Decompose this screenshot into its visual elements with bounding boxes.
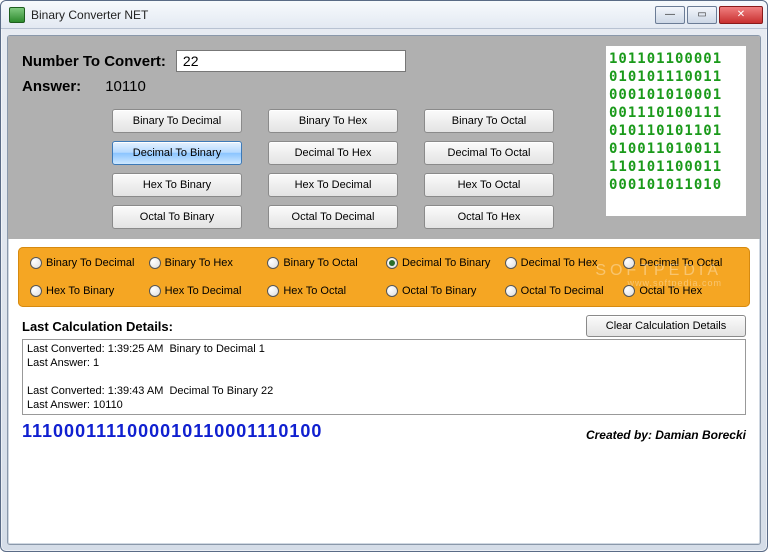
radio-octal-to-binary[interactable]: Octal To Binary <box>386 285 501 297</box>
maximize-button[interactable]: ▭ <box>687 6 717 24</box>
radio-grid: Binary To Decimal Binary To Hex Binary T… <box>30 257 738 297</box>
details-log[interactable]: Last Converted: 1:39:25 AM Binary to Dec… <box>22 339 746 415</box>
window-title: Binary Converter NET <box>31 8 653 22</box>
btn-hex-to-binary[interactable]: Hex To Binary <box>112 173 242 197</box>
btn-decimal-to-octal[interactable]: Decimal To Octal <box>424 141 554 165</box>
btn-octal-to-decimal[interactable]: Octal To Decimal <box>268 205 398 229</box>
minimize-button[interactable]: — <box>655 6 685 24</box>
btn-octal-to-binary[interactable]: Octal To Binary <box>112 205 242 229</box>
number-label: Number To Convert: <box>22 53 166 70</box>
conversion-controls: Number To Convert: Answer: 10110 Binary … <box>22 50 596 229</box>
credit-text: Created by: Damian Borecki <box>586 428 746 442</box>
radio-icon <box>30 257 42 269</box>
radio-icon <box>30 285 42 297</box>
footer-binary-string: 1110001111000010110001110100 <box>22 421 576 442</box>
footer: 1110001111000010110001110100 Created by:… <box>8 417 760 450</box>
radio-icon <box>386 257 398 269</box>
number-input[interactable] <box>176 50 406 72</box>
radio-panel: Binary To Decimal Binary To Hex Binary T… <box>18 247 750 307</box>
conversion-panel: Number To Convert: Answer: 10110 Binary … <box>8 36 760 239</box>
radio-decimal-to-octal[interactable]: Decimal To Octal <box>623 257 738 269</box>
btn-binary-to-octal[interactable]: Binary To Octal <box>424 109 554 133</box>
details-header-row: Last Calculation Details: Clear Calculat… <box>8 313 760 339</box>
close-button[interactable]: ✕ <box>719 6 763 24</box>
btn-decimal-to-hex[interactable]: Decimal To Hex <box>268 141 398 165</box>
radio-binary-to-hex[interactable]: Binary To Hex <box>149 257 264 269</box>
btn-octal-to-hex[interactable]: Octal To Hex <box>424 205 554 229</box>
radio-hex-to-binary[interactable]: Hex To Binary <box>30 285 145 297</box>
app-window: Binary Converter NET — ▭ ✕ Number To Con… <box>0 0 768 552</box>
binary-art-panel: 101101100001 010101110011 000101010001 0… <box>606 46 746 216</box>
radio-decimal-to-binary[interactable]: Decimal To Binary <box>386 257 501 269</box>
answer-label: Answer: <box>22 78 81 95</box>
clear-details-button[interactable]: Clear Calculation Details <box>586 315 746 337</box>
radio-icon <box>149 257 161 269</box>
btn-hex-to-decimal[interactable]: Hex To Decimal <box>268 173 398 197</box>
btn-binary-to-decimal[interactable]: Binary To Decimal <box>112 109 242 133</box>
radio-octal-to-decimal[interactable]: Octal To Decimal <box>505 285 620 297</box>
radio-binary-to-octal[interactable]: Binary To Octal <box>267 257 382 269</box>
radio-icon <box>267 285 279 297</box>
window-controls: — ▭ ✕ <box>653 6 763 24</box>
btn-hex-to-octal[interactable]: Hex To Octal <box>424 173 554 197</box>
conversion-button-grid: Binary To Decimal Binary To Hex Binary T… <box>112 109 596 229</box>
answer-value: 10110 <box>105 78 146 95</box>
radio-icon <box>623 285 635 297</box>
radio-icon <box>505 285 517 297</box>
radio-octal-to-hex[interactable]: Octal To Hex <box>623 285 738 297</box>
radio-icon <box>505 257 517 269</box>
radio-hex-to-octal[interactable]: Hex To Octal <box>267 285 382 297</box>
btn-decimal-to-binary[interactable]: Decimal To Binary <box>112 141 242 165</box>
radio-icon <box>623 257 635 269</box>
radio-hex-to-decimal[interactable]: Hex To Decimal <box>149 285 264 297</box>
radio-binary-to-decimal[interactable]: Binary To Decimal <box>30 257 145 269</box>
details-title: Last Calculation Details: <box>22 319 586 334</box>
radio-icon <box>267 257 279 269</box>
titlebar: Binary Converter NET — ▭ ✕ <box>1 1 767 29</box>
btn-binary-to-hex[interactable]: Binary To Hex <box>268 109 398 133</box>
app-icon <box>9 7 25 23</box>
radio-icon <box>149 285 161 297</box>
radio-decimal-to-hex[interactable]: Decimal To Hex <box>505 257 620 269</box>
radio-icon <box>386 285 398 297</box>
client-area: Number To Convert: Answer: 10110 Binary … <box>7 35 761 545</box>
